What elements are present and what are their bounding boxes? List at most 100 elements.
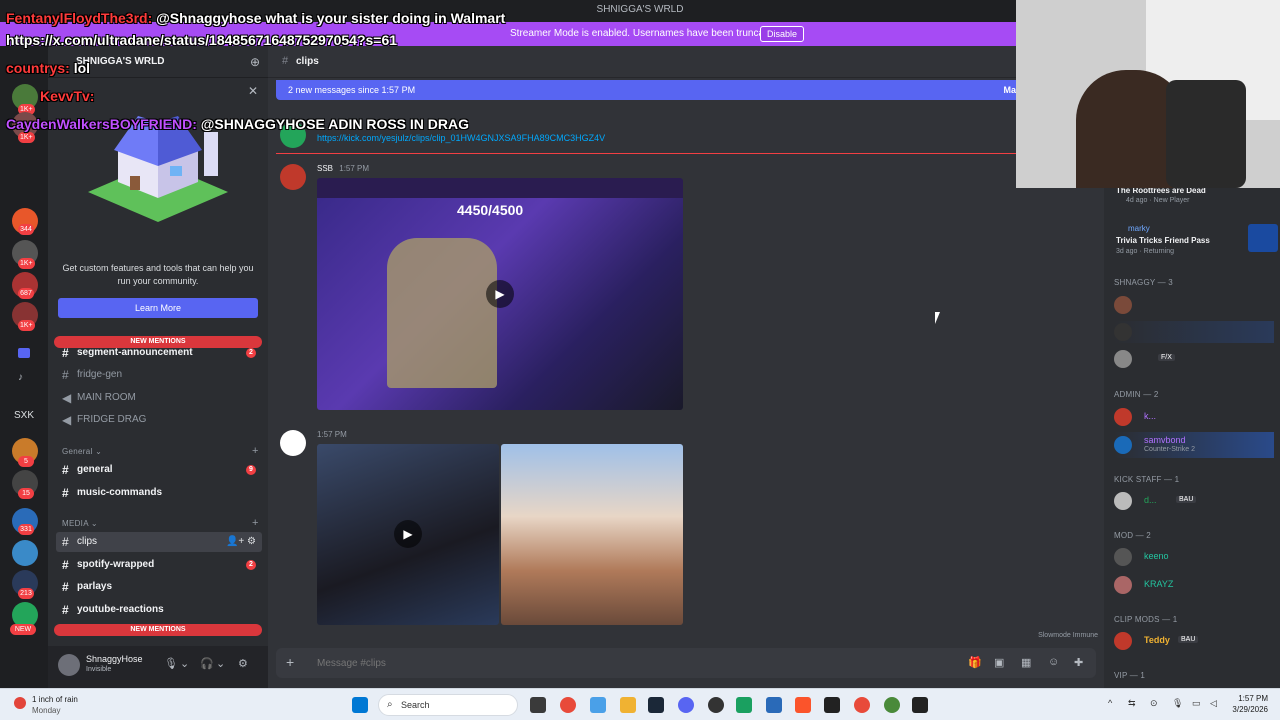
app-icon[interactable] [736, 697, 752, 713]
volume-icon[interactable]: ◁ [1210, 698, 1217, 709]
member-row[interactable]: d... BAU [1114, 490, 1274, 512]
slowmode-indicator: Slowmode Immune [1038, 632, 1098, 639]
tray-icon[interactable]: ⇆ [1128, 698, 1136, 709]
invite-icon[interactable]: ⊕ [250, 55, 260, 69]
channel-sidebar: SHNIGGA'S WRLD ⊕ ✕ Get custom features a… [48, 46, 268, 688]
message-composer: + 🎁 ▣ ▦ ☺ ✚ [276, 648, 1096, 678]
chrome-icon[interactable] [854, 697, 870, 713]
chevron-down-icon[interactable]: ⌄ [216, 657, 225, 670]
member-row[interactable]: KRAYZ [1114, 574, 1274, 596]
channel-music-commands[interactable]: # music-commands [56, 483, 262, 503]
microphone-icon[interactable]: 🎙 [164, 657, 178, 670]
steam-icon[interactable] [648, 697, 664, 713]
channel-general[interactable]: # general 9 [56, 460, 262, 480]
message-input[interactable] [317, 655, 917, 671]
gift-icon[interactable]: 🎁 [968, 656, 982, 669]
app-icon[interactable] [912, 697, 928, 713]
learn-more-button[interactable]: Learn More [58, 298, 258, 318]
windows-start-icon[interactable] [352, 697, 368, 713]
channel-label: segment-announcement [77, 347, 193, 358]
role-header: ADMIN — 2 [1114, 390, 1159, 399]
hash-icon: # [62, 580, 69, 594]
server-text-icon[interactable]: SXK [9, 410, 39, 421]
overlay-message: @SHNAGGYHOSE ADIN ROSS IN DRAG [200, 116, 470, 132]
file-explorer-icon[interactable] [620, 697, 636, 713]
microphone-icon[interactable]: 🎙 [1172, 698, 1183, 709]
channel-fridge-gen[interactable]: # fridge-gen [56, 365, 262, 385]
mark-as-read-button[interactable]: Ma [1003, 85, 1016, 95]
voice-channel-fridge-drag[interactable]: ◀ FRIDGE DRAG [56, 410, 262, 430]
windows-taskbar: 1 inch of rain Monday ⌕ Search ^ ⇆ ⊙ 🎙 ▭… [0, 688, 1280, 720]
category-general[interactable]: General ⌄ + [62, 445, 258, 457]
folder-icon[interactable] [18, 348, 30, 358]
vscode-icon[interactable] [766, 697, 782, 713]
member-row[interactable]: Teddy BAU [1114, 630, 1274, 652]
activity-time: 4d ago · New Player [1126, 197, 1190, 204]
disable-streamer-button[interactable]: Disable [760, 26, 805, 42]
new-mentions-pill[interactable]: NEW MENTIONS [54, 624, 262, 636]
taskbar-search[interactable]: ⌕ Search [378, 694, 518, 716]
network-icon[interactable]: ▭ [1192, 698, 1201, 709]
video-attachment[interactable]: 4450/4500 ▶ [317, 178, 683, 410]
brave-icon[interactable] [795, 697, 811, 713]
new-divider [276, 153, 1020, 154]
avatar[interactable] [280, 430, 306, 456]
chat-area: # clips 2 new messages since 1:57 PM Ma … [268, 46, 1104, 688]
new-messages-bar[interactable]: 2 new messages since 1:57 PM Ma [276, 80, 1020, 100]
server-rail: 1K+ 1K+ 344 1K+ 687 1K+ ♪ SXK 5 15 331 2… [0, 46, 48, 688]
chrome-icon[interactable] [884, 697, 900, 713]
member-name: KRAYZ [1144, 579, 1174, 589]
emoji-icon[interactable]: ☺ [1048, 656, 1059, 668]
clip-link[interactable]: https://kick.com/yesjulz/clips/clip_01HW… [317, 133, 605, 143]
system-clock[interactable]: 1:57 PM 3/29/2026 [1232, 693, 1268, 715]
channel-header: # clips [268, 46, 1104, 78]
image-attachment[interactable] [501, 444, 683, 625]
video-attachment[interactable]: ▶ [317, 444, 499, 625]
task-view-icon[interactable] [530, 697, 546, 713]
member-row[interactable]: keeno [1114, 546, 1274, 568]
play-icon[interactable]: ▶ [486, 280, 514, 308]
obs-icon[interactable] [708, 697, 724, 713]
member-row[interactable]: F/X [1114, 348, 1274, 370]
member-row[interactable] [1114, 321, 1274, 343]
voice-channel-main-room[interactable]: ◀ MAIN ROOM [56, 388, 262, 408]
category-label: MEDIA [62, 519, 89, 528]
discord-icon[interactable] [678, 697, 694, 713]
play-icon[interactable]: ▶ [394, 520, 422, 548]
channel-label: FRIDGE DRAG [77, 414, 147, 425]
server-badge: 1K+ [18, 320, 35, 331]
app-icon[interactable] [824, 697, 840, 713]
gif-icon[interactable]: ▣ [994, 656, 1004, 669]
close-icon[interactable]: ✕ [248, 84, 258, 98]
add-channel-icon[interactable]: + [252, 517, 259, 529]
apps-icon[interactable]: ✚ [1074, 656, 1083, 669]
channel-segment-announcement[interactable]: # segment-announcement 2 [56, 343, 262, 363]
gear-icon[interactable]: ⚙ [238, 657, 248, 670]
chevron-up-icon[interactable]: ^ [1108, 698, 1112, 708]
chrome-icon[interactable] [560, 697, 576, 713]
member-row[interactable]: k... [1114, 406, 1274, 428]
member-row[interactable] [1114, 294, 1274, 316]
avatar[interactable] [280, 164, 306, 190]
avatar[interactable] [58, 654, 80, 676]
hash-icon: # [62, 535, 69, 549]
tray-icon[interactable]: ⊙ [1150, 698, 1158, 709]
category-media[interactable]: MEDIA ⌄ + [62, 517, 258, 529]
member-activity[interactable]: marky Trivia Tricks Friend Pass 3d ago ·… [1114, 222, 1278, 258]
app-icon[interactable] [590, 697, 606, 713]
channel-spotify-wrapped[interactable]: # spotify-wrapped 2 [56, 555, 262, 575]
server-icon[interactable] [12, 540, 38, 566]
headphones-icon[interactable]: 🎧 [200, 657, 214, 670]
channel-settings-icon[interactable]: 👤+ ⚙ [226, 532, 256, 552]
channel-youtube-reactions[interactable]: # youtube-reactions [56, 600, 262, 620]
channel-parlays[interactable]: # parlays [56, 577, 262, 597]
chevron-down-icon[interactable]: ⌄ [180, 657, 189, 670]
channel-clips[interactable]: # clips 👤+ ⚙ [56, 532, 262, 552]
message-author[interactable]: SSB [317, 164, 333, 173]
member-row[interactable]: samvbond Counter-Strike 2 [1114, 432, 1274, 458]
member-tag: BAU [1176, 496, 1197, 503]
sticker-icon[interactable]: ▦ [1021, 656, 1031, 669]
add-attachment-icon[interactable]: + [286, 654, 294, 670]
clock-time: 1:57 PM [1238, 694, 1268, 703]
add-channel-icon[interactable]: + [252, 445, 259, 457]
